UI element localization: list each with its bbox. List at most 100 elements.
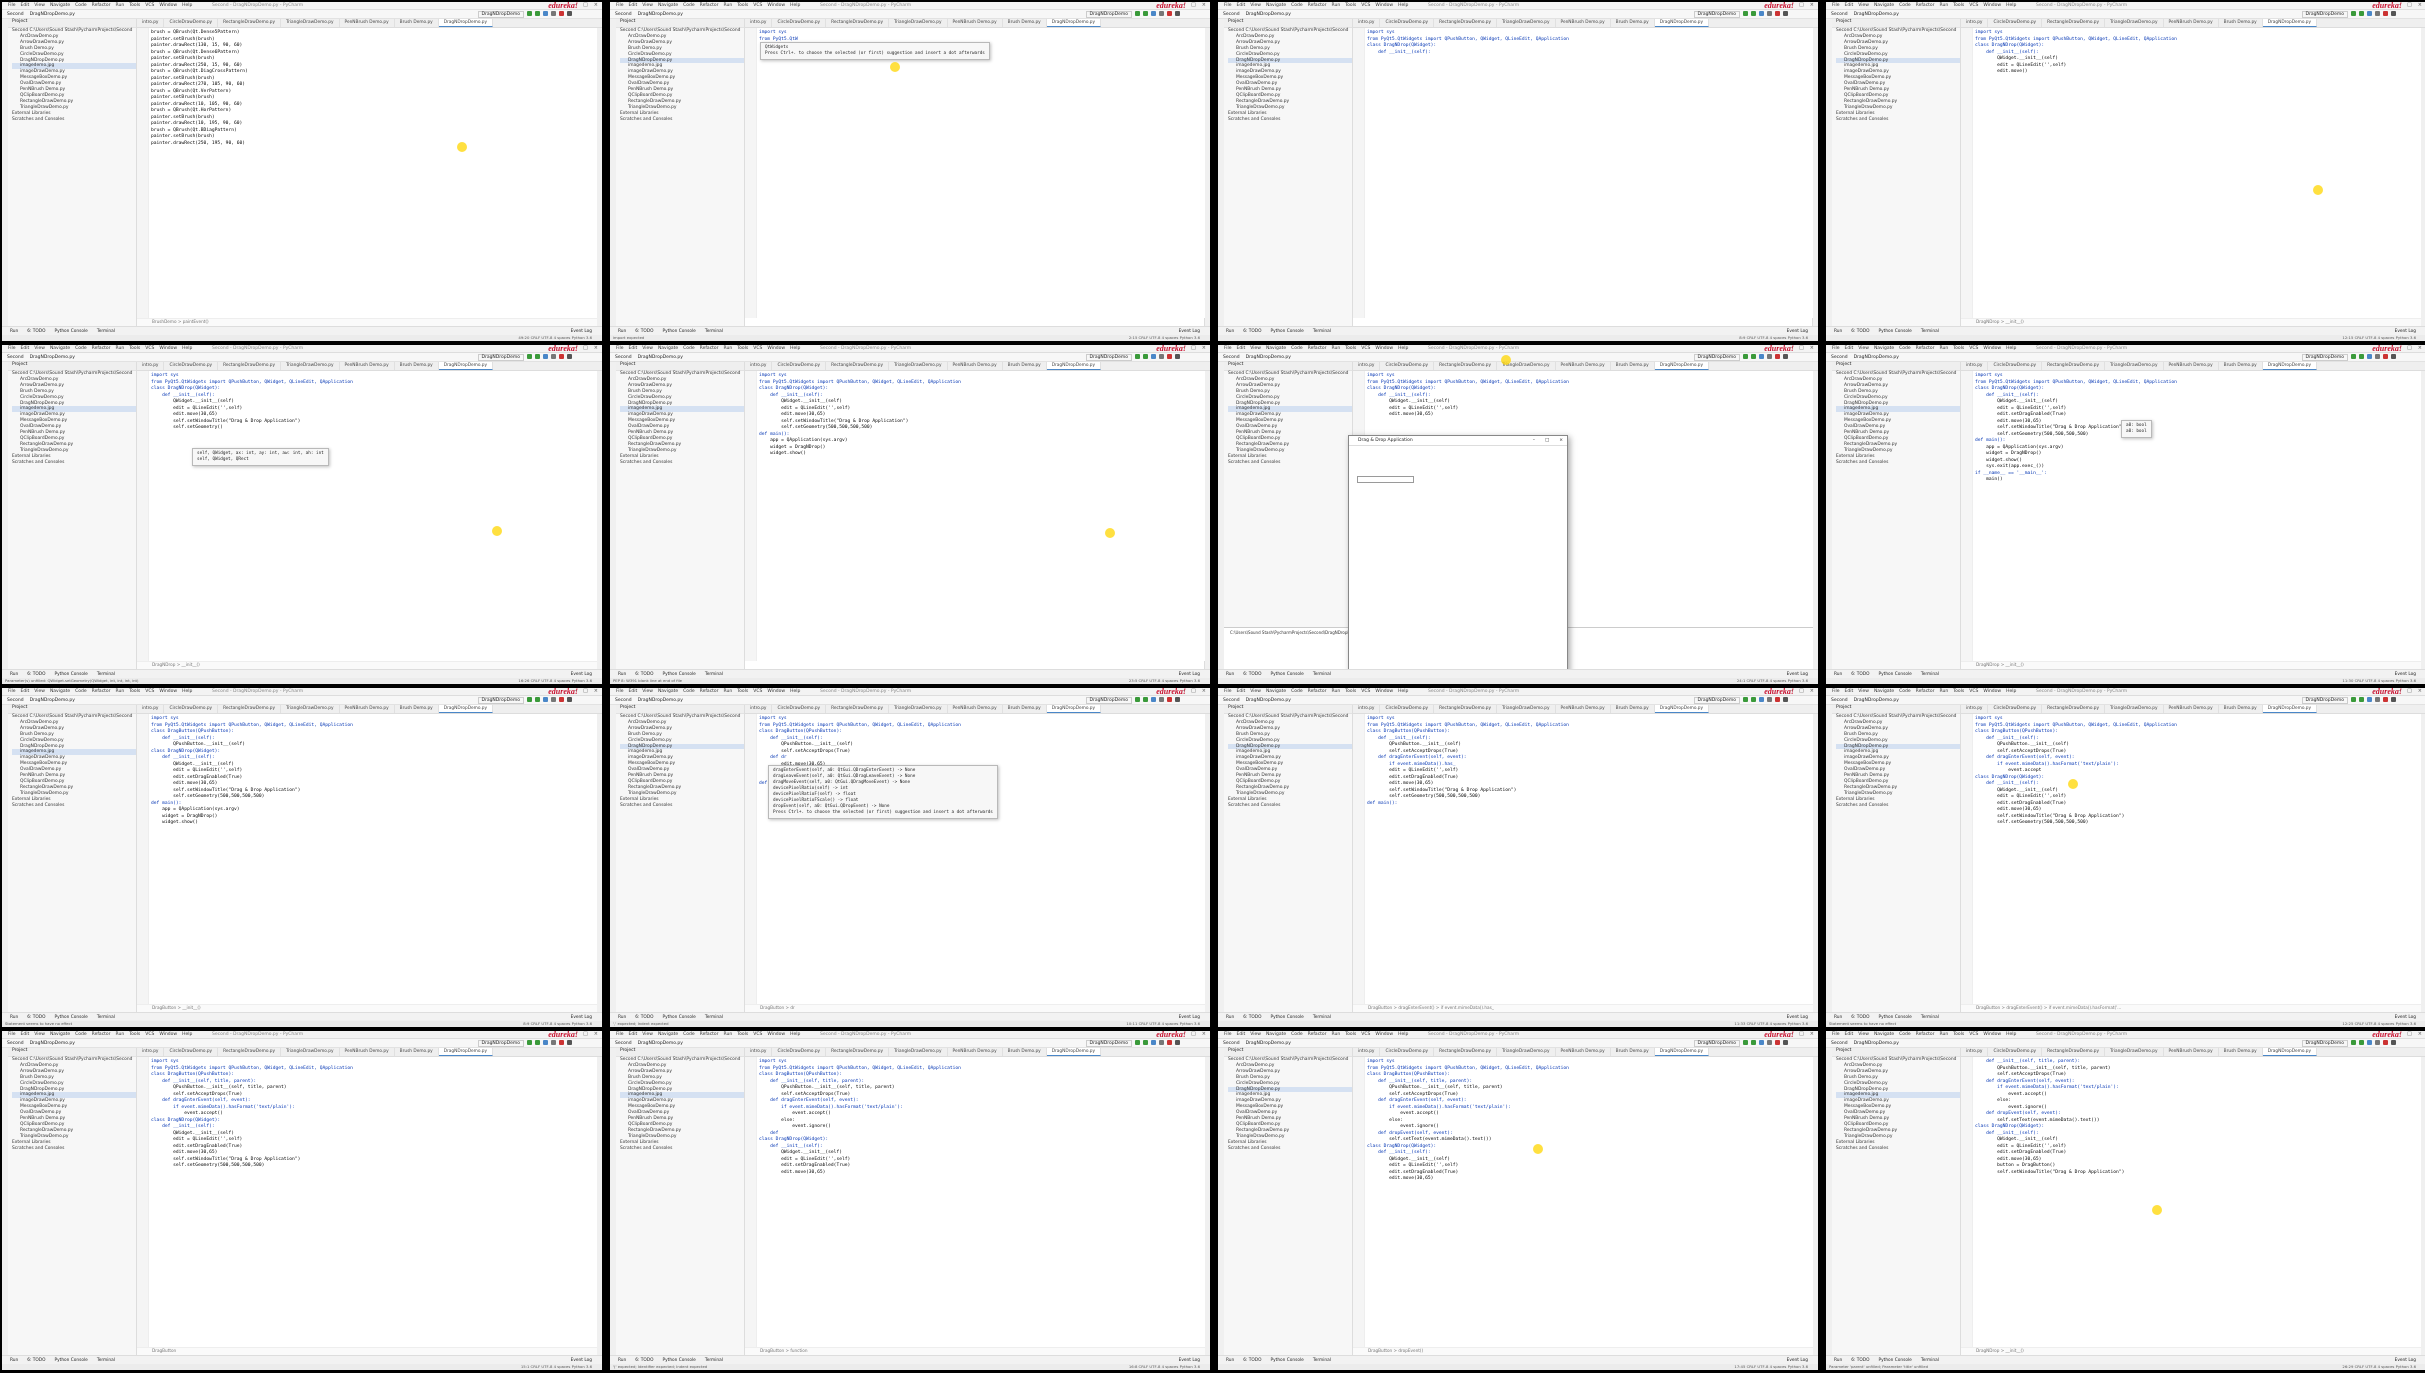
editor-tab[interactable]: DragNDropDemo.py (1654, 362, 1710, 370)
code-text[interactable]: import sys from PyQt5.QtWidgets import QP… (759, 1059, 1201, 1176)
menu-item-help[interactable]: Help (2006, 689, 2016, 694)
project-header[interactable]: Project (8, 362, 136, 371)
menu-item-window[interactable]: Window (767, 1032, 785, 1037)
menu-item-run[interactable]: Run (1940, 3, 1949, 8)
menu-item-tools[interactable]: Tools (129, 1032, 140, 1037)
code-text[interactable]: import sys from PyQt5.QtWidgets import QP… (1367, 1059, 1809, 1183)
menu-item-navigate[interactable]: Navigate (1874, 1032, 1894, 1037)
profile-icon[interactable] (1159, 353, 1164, 359)
project-header[interactable]: Project (1832, 1048, 1960, 1057)
menu-item-vcs[interactable]: VCS (1969, 1032, 1978, 1037)
close-icon[interactable]: × (1810, 1031, 1814, 1037)
editor-tab[interactable]: CircleDrawDemo.py (1380, 705, 1435, 713)
profile-icon[interactable] (1767, 10, 1772, 16)
menu-item-code[interactable]: Code (1291, 346, 1303, 351)
coverage-icon[interactable] (543, 10, 548, 16)
code-text[interactable]: import sys from PyQt5.QtWidgets import QP… (151, 373, 593, 432)
menu-item-tools[interactable]: Tools (737, 1032, 748, 1037)
stop-icon[interactable] (1775, 353, 1780, 359)
menu-item-refactor[interactable]: Refactor (92, 346, 111, 351)
caret-position[interactable]: 17:45 CRLF UTF-8 4 spaces Python 3.6 (1734, 1364, 1808, 1369)
caret-position[interactable]: 8:9 CRLF UTF-8 4 spaces Python 3.6 (523, 1021, 592, 1026)
breadcrumb-item[interactable]: DragNDropDemo.py (30, 12, 75, 17)
event-log-button[interactable]: Event Log (2395, 672, 2416, 677)
search-icon[interactable] (1175, 353, 1180, 359)
code-editor[interactable]: brush = QBrush(Qt.Dense5Pattern) painter.… (137, 28, 597, 318)
editor-tab[interactable]: Brush Demo.py (2219, 362, 2263, 370)
run-icon[interactable] (2351, 696, 2356, 702)
maximize-icon[interactable]: □ (583, 345, 588, 351)
search-icon[interactable] (2391, 10, 2396, 16)
tool-window-button[interactable]: Python Console (1879, 329, 1912, 334)
debug-icon[interactable] (1751, 696, 1756, 702)
menu-item-window[interactable]: Window (1375, 689, 1393, 694)
profile-icon[interactable] (2375, 10, 2380, 16)
code-text[interactable]: import sys from PyQt5.QtWidgets import QP… (1975, 30, 2417, 76)
code-text[interactable]: import sys from PyQt5.QtWidgets import QP… (1975, 716, 2417, 827)
breadcrumb-item[interactable]: DragNDropDemo.py (30, 1041, 75, 1046)
maximize-icon[interactable]: □ (1799, 2, 1804, 8)
breadcrumb-item[interactable]: Second (7, 698, 24, 703)
editor-tab[interactable]: TriangleDrawDemo.py (2105, 362, 2164, 370)
event-log-button[interactable]: Event Log (1787, 329, 1808, 334)
editor-tab[interactable]: CircleDrawDemo.py (1380, 362, 1435, 370)
completion-popup[interactable]: self, QWidget, ax: int, ay: int, aw: int… (192, 448, 329, 466)
menu-item-navigate[interactable]: Navigate (50, 1032, 70, 1037)
tool-window-button[interactable]: Terminal (705, 329, 723, 334)
tool-window-button[interactable]: Terminal (1313, 1358, 1331, 1363)
menu-item-run[interactable]: Run (1332, 689, 1341, 694)
stop-icon[interactable] (2383, 10, 2388, 16)
menu-item-code[interactable]: Code (683, 3, 695, 8)
menu-item-window[interactable]: Window (159, 1032, 177, 1037)
code-editor[interactable]: import sys from PyQt5.QtWidgets import QP… (1353, 28, 1813, 318)
tool-window-button[interactable]: 6: TODO (635, 329, 653, 334)
menu-item-code[interactable]: Code (75, 689, 87, 694)
menu-item-navigate[interactable]: Navigate (1266, 689, 1286, 694)
event-log-button[interactable]: Event Log (2395, 1015, 2416, 1020)
code-text[interactable]: def __init__(self, title, parent): QPush… (1975, 1059, 2417, 1176)
menu-item-help[interactable]: Help (2006, 1032, 2016, 1037)
stop-icon[interactable] (559, 353, 564, 359)
run-config-select[interactable]: DragNDropDemo (477, 353, 524, 361)
editor-tab[interactable]: CircleDrawDemo.py (1988, 705, 2043, 713)
debug-icon[interactable] (1143, 1039, 1148, 1045)
menu-item-vcs[interactable]: VCS (145, 3, 154, 8)
minimize-icon[interactable]: – (1183, 1031, 1186, 1037)
breadcrumb-item[interactable]: DragNDropDemo.py (1246, 1041, 1291, 1046)
breadcrumb-item[interactable]: Second (7, 1041, 24, 1046)
debug-icon[interactable] (2359, 696, 2364, 702)
run-config-select[interactable]: DragNDropDemo (2301, 353, 2348, 361)
tool-window-button[interactable]: 6: TODO (27, 672, 45, 677)
editor-tab[interactable]: Brush Demo.py (1611, 705, 1655, 713)
menu-item-refactor[interactable]: Refactor (92, 689, 111, 694)
menu-item-code[interactable]: Code (683, 1032, 695, 1037)
tool-window-button[interactable]: Terminal (705, 672, 723, 677)
run-config-select[interactable]: DragNDropDemo (2301, 1039, 2348, 1047)
editor-tab[interactable]: intro.py (1353, 362, 1381, 370)
menu-item-vcs[interactable]: VCS (1361, 3, 1370, 8)
breadcrumb-item[interactable]: DragNDropDemo.py (638, 1041, 683, 1046)
tool-window-button[interactable]: Terminal (1921, 1015, 1939, 1020)
caret-position[interactable]: 16:8 CRLF UTF-8 4 spaces Python 3.6 (1129, 1364, 1200, 1369)
event-log-button[interactable]: Event Log (571, 1358, 592, 1363)
menu-item-edit[interactable]: Edit (1237, 346, 1246, 351)
close-icon[interactable]: × (594, 1031, 598, 1037)
event-log-button[interactable]: Event Log (1179, 1015, 1200, 1020)
editor-tab[interactable]: DragNDropDemo.py (438, 1048, 494, 1056)
editor-tab[interactable]: intro.py (1961, 362, 1989, 370)
tree-item[interactable]: Scratches and Consoles (1228, 803, 1352, 809)
editor-tab[interactable]: intro.py (745, 362, 773, 370)
editor-tab[interactable]: Brush Demo.py (2219, 705, 2263, 713)
coverage-icon[interactable] (1759, 696, 1764, 702)
maximize-icon[interactable]: □ (2407, 2, 2412, 8)
tree-item[interactable]: Scratches and Consoles (1836, 460, 1960, 466)
menu-item-refactor[interactable]: Refactor (1916, 689, 1935, 694)
tree-item[interactable]: Scratches and Consoles (1836, 117, 1960, 123)
editor-tab[interactable]: CircleDrawDemo.py (772, 1048, 827, 1056)
breadcrumb-item[interactable]: DragNDropDemo.py (1854, 1041, 1899, 1046)
menu-item-run[interactable]: Run (116, 3, 125, 8)
minimize-icon[interactable]: – (1791, 1031, 1794, 1037)
run-config-select[interactable]: DragNDropDemo (1693, 1039, 1740, 1047)
menu-item-edit[interactable]: Edit (1237, 3, 1246, 8)
run-icon[interactable] (2351, 1039, 2356, 1045)
